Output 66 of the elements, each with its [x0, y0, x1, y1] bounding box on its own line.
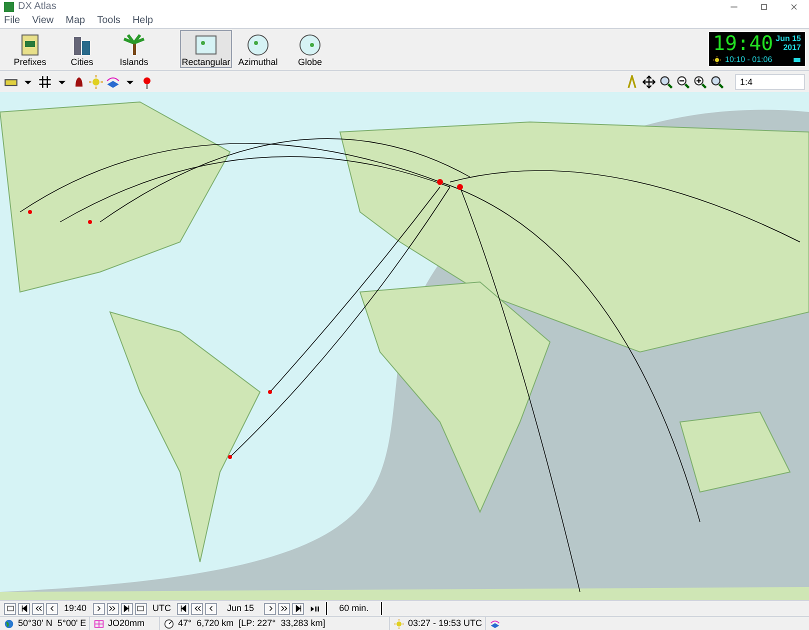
menu-item[interactable]: View	[32, 13, 54, 28]
skip-back-icon	[20, 604, 28, 614]
step-button[interactable]	[191, 602, 204, 615]
sun-times: 10:10 - 01:06	[725, 54, 772, 66]
globe-icon	[298, 33, 322, 58]
layers-icon[interactable]	[106, 74, 120, 89]
globe-icon	[246, 33, 270, 58]
menu-item[interactable]: Tools	[97, 13, 120, 28]
clock-date: Jun 15	[776, 34, 801, 44]
step-button[interactable]	[4, 602, 16, 615]
screen-icon	[136, 604, 146, 614]
close-icon[interactable]	[789, 2, 799, 12]
play-pause-icon[interactable]	[310, 604, 320, 614]
double-chevron-right-icon	[108, 604, 118, 614]
sun-icon	[394, 618, 404, 628]
step-button[interactable]	[134, 602, 147, 615]
clock-year: 2017	[783, 43, 801, 52]
view-button[interactable]: Globe	[284, 30, 336, 68]
skip-back-icon	[178, 604, 188, 614]
skip-forward-icon	[294, 604, 303, 614]
step-button[interactable]	[120, 602, 133, 615]
menu-item[interactable]: Map	[66, 13, 86, 28]
status-text: JO20mm	[108, 616, 145, 630]
date-value: Jun 15	[226, 602, 256, 615]
step-button[interactable]	[292, 602, 304, 615]
double-chevron-right-icon	[280, 604, 289, 614]
view-button[interactable]: Rectangular	[180, 30, 232, 68]
zoom-icon[interactable]	[710, 74, 724, 89]
layers-icon	[490, 618, 500, 628]
clock-time: 19:40	[713, 32, 774, 54]
view-button[interactable]: Cities	[56, 30, 108, 68]
grid-icon[interactable]	[38, 74, 52, 89]
double-chevron-left-icon	[34, 604, 42, 614]
timezone-label: UTC	[152, 602, 172, 615]
menu-item[interactable]: Help	[132, 13, 154, 28]
app-icon	[4, 2, 14, 12]
status-text: 47° 6,720 km [LP: 227° 33,283 km]	[178, 616, 326, 630]
zoom-out-icon[interactable]	[676, 74, 690, 89]
zoom-icon[interactable]	[659, 74, 673, 89]
menu-item[interactable]: File	[4, 13, 20, 28]
view-button[interactable]: Islands	[108, 30, 160, 68]
view-button[interactable]: Azimuthal	[232, 30, 284, 68]
time-value: 19:40	[63, 602, 88, 615]
step-button[interactable]	[177, 602, 190, 615]
view-button[interactable]: Prefixes	[4, 30, 56, 68]
step-button[interactable]	[32, 602, 44, 615]
zoom-field[interactable]: 1:4	[735, 74, 805, 90]
window-title: DX Atlas	[18, 0, 56, 14]
maximize-icon[interactable]	[759, 2, 769, 12]
map-icon	[194, 33, 218, 58]
step-button[interactable]	[18, 602, 30, 615]
move-icon[interactable]	[642, 74, 656, 89]
step-button[interactable]	[278, 602, 290, 615]
screen-icon	[6, 604, 14, 614]
grid-icon	[94, 618, 104, 628]
step-size: 60 min.	[326, 602, 382, 616]
globe-icon	[4, 618, 14, 628]
chevron-left-icon	[48, 604, 56, 614]
sun-icon	[713, 56, 721, 64]
status-text: 03:27 - 19:53 UTC	[408, 616, 482, 630]
status-text: 50°30' N 5°00' E	[18, 616, 86, 630]
skip-forward-icon	[122, 604, 132, 614]
step-button[interactable]	[106, 602, 119, 615]
zoom-in-icon[interactable]	[693, 74, 707, 89]
double-chevron-left-icon	[192, 604, 202, 614]
palm-tree-icon	[122, 33, 146, 58]
